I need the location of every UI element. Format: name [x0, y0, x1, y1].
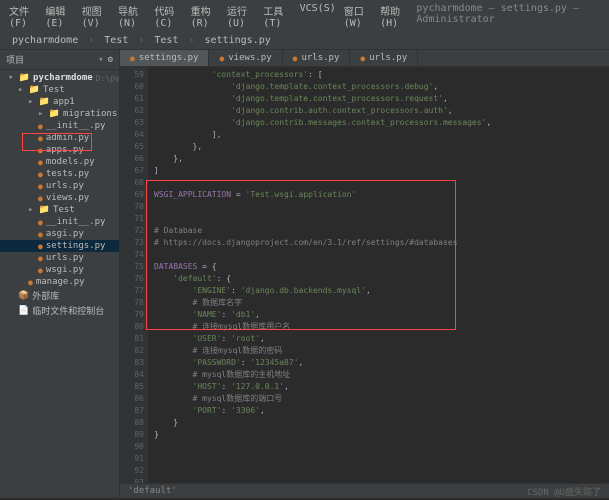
tree-item-Test[interactable]: ▸ 📁 Test — [0, 84, 119, 96]
python-icon: ● — [130, 54, 135, 63]
gear-icon[interactable]: ⚙ — [108, 55, 113, 65]
tree-item-migrations[interactable]: ▸ 📁 migrations — [0, 108, 119, 120]
tree-item-views-py[interactable]: ● views.py — [0, 192, 119, 204]
tree-item-models-py[interactable]: ● models.py — [0, 156, 119, 168]
breadcrumb-item[interactable]: Test — [100, 34, 132, 47]
project-tree: ▾ 📁 pycharmdome D:\pycharmdome▸ 📁 Test▸ … — [0, 70, 119, 320]
code-editor[interactable]: 'context_processors': [ 'django.template… — [148, 67, 609, 483]
python-icon: ● — [219, 54, 224, 63]
tree-item-manage-py[interactable]: ● manage.py — [0, 276, 119, 288]
menu-item[interactable]: 帮助(H) — [377, 2, 411, 30]
tree-item-apps-py[interactable]: ● apps.py — [0, 144, 119, 156]
menu-item[interactable]: 工具(T) — [260, 2, 294, 30]
python-icon: ● — [293, 54, 298, 63]
breadcrumb-item[interactable]: settings.py — [201, 34, 275, 47]
tree-item-tests-py[interactable]: ● tests.py — [0, 168, 119, 180]
python-icon: ● — [360, 54, 365, 63]
tree-item--[interactable]: 📦 外部库 — [0, 288, 119, 303]
menu-item[interactable]: 运行(U) — [224, 2, 258, 30]
menu-item[interactable]: 窗口(W) — [341, 2, 375, 30]
tree-item-admin-py[interactable]: ● admin.py — [0, 132, 119, 144]
breadcrumb-item[interactable]: pycharmdome — [8, 34, 82, 47]
project-label: 项目 — [6, 53, 24, 66]
menu-item[interactable]: 文件(F) — [6, 2, 40, 30]
menu-item[interactable]: 重构(R) — [188, 2, 222, 30]
tree-item-__init__-py[interactable]: ● __init__.py — [0, 216, 119, 228]
menubar: 文件(F)编辑(E)视图(V)导航(N)代码(C)重构(R)运行(U)工具(T)… — [0, 0, 609, 32]
editor-tab[interactable]: ● urls.py — [283, 50, 351, 66]
breadcrumb: pycharmdome›Test›Test›settings.py — [0, 32, 609, 50]
tree-item-wsgi-py[interactable]: ● wsgi.py — [0, 264, 119, 276]
editor-tabs: ● settings.py● views.py● urls.py● urls.p… — [120, 50, 609, 67]
tree-item-urls-py[interactable]: ● urls.py — [0, 252, 119, 264]
menu-item[interactable]: 视图(V) — [79, 2, 113, 30]
tree-item-urls-py[interactable]: ● urls.py — [0, 180, 119, 192]
sidebar-header[interactable]: 项目 ▾ ⚙ — [0, 50, 119, 70]
tree-item-asgi-py[interactable]: ● asgi.py — [0, 228, 119, 240]
menu-item[interactable]: VCS(S) — [297, 2, 339, 30]
tree-item-Test[interactable]: ▸ 📁 Test — [0, 204, 119, 216]
menu-item[interactable]: 导航(N) — [115, 2, 149, 30]
tree-root[interactable]: ▾ 📁 pycharmdome D:\pycharmdome — [0, 72, 119, 84]
menu-item[interactable]: 编辑(E) — [42, 2, 76, 30]
tree-item--[interactable]: 📄 临时文件和控制台 — [0, 303, 119, 318]
tree-item-app1[interactable]: ▸ 📁 app1 — [0, 96, 119, 108]
editor-tab[interactable]: ● views.py — [209, 50, 282, 66]
breadcrumb-item[interactable]: Test — [150, 34, 182, 47]
project-sidebar: 项目 ▾ ⚙ ▾ 📁 pycharmdome D:\pycharmdome▸ 📁… — [0, 50, 120, 498]
tree-item-__init__-py[interactable]: ● __init__.py — [0, 120, 119, 132]
tree-item-settings-py[interactable]: ● settings.py — [0, 240, 119, 252]
menu-item[interactable]: 代码(C) — [151, 2, 185, 30]
line-gutter: 59 60 61 62 63 64 65 66 67 68 69 70 71 7… — [120, 67, 148, 483]
watermark: CSDN @U盘失踪了 — [527, 485, 601, 498]
editor-tab[interactable]: ● urls.py — [350, 50, 418, 66]
editor-tab[interactable]: ● settings.py — [120, 50, 209, 66]
window-title: pycharmdome – settings.py – Administrato… — [413, 2, 603, 30]
